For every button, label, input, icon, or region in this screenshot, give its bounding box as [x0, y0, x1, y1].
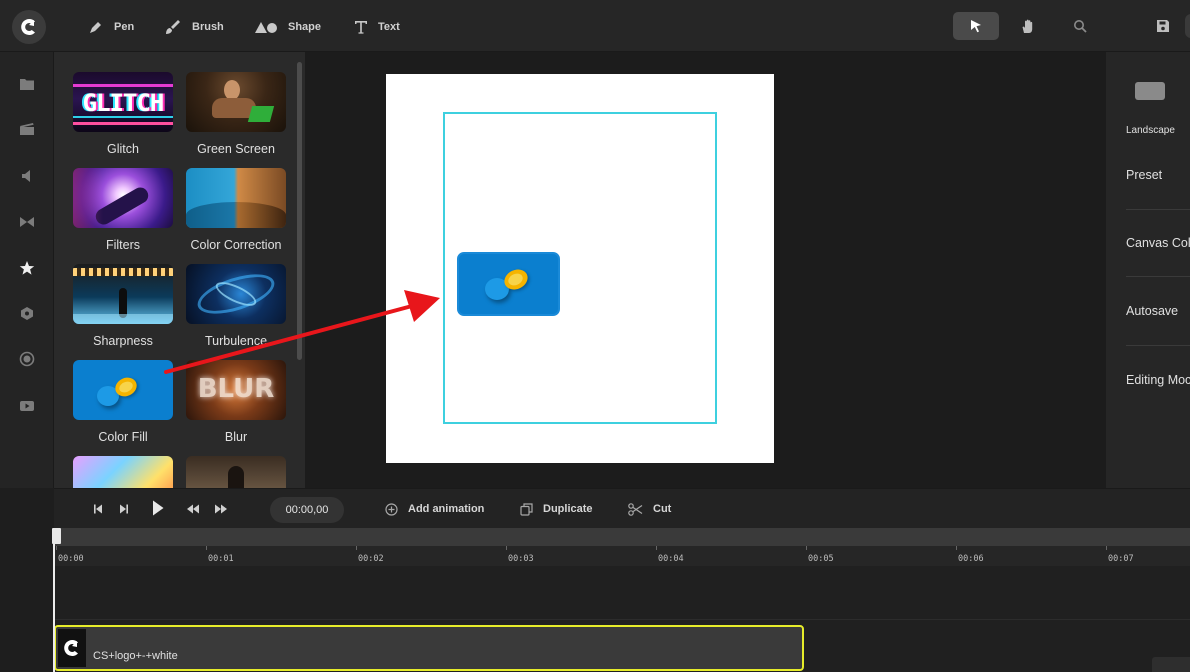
fast-forward-button[interactable]: [214, 501, 228, 517]
ruler-label: 00:00: [58, 554, 84, 564]
add-animation-label: Add animation: [408, 503, 485, 515]
orientation-label: Landscape: [1126, 125, 1175, 136]
editor-app: Pen Brush Shape Text GLITCH Glitch Green…: [0, 0, 1190, 672]
skip-end-button[interactable]: [118, 501, 130, 517]
playhead-handle[interactable]: [52, 528, 61, 544]
track-divider: [54, 619, 1190, 620]
corner-control[interactable]: [1152, 657, 1190, 672]
cut-label: Cut: [653, 503, 672, 515]
properties-panel: Landscape Preset Canvas Col Autosave Edi…: [1106, 52, 1190, 488]
ruler-tick: [1106, 546, 1107, 550]
rewind-icon: [187, 504, 199, 514]
landscape-icon[interactable]: [1135, 82, 1165, 100]
rewind-button[interactable]: [186, 501, 200, 517]
fast-forward-icon: [215, 504, 227, 514]
add-animation-button[interactable]: Add animation: [385, 501, 484, 517]
ruler-label: 00:04: [658, 554, 684, 564]
timecode-display[interactable]: 00:00,00: [270, 497, 344, 523]
ruler-tick: [806, 546, 807, 550]
divider: [1126, 345, 1190, 346]
ruler-label: 00:06: [958, 554, 984, 564]
duplicate-label: Duplicate: [543, 503, 593, 515]
canvas-color-label[interactable]: Canvas Col: [1126, 236, 1190, 250]
clip-thumbnail: [58, 629, 86, 667]
ruler-tick: [506, 546, 507, 550]
ruler-label: 00:02: [358, 554, 384, 564]
divider: [1126, 276, 1190, 277]
skip-start-button[interactable]: [92, 501, 104, 517]
playhead-line[interactable]: [53, 528, 55, 672]
timeline-clip[interactable]: CS+logo+-+white: [54, 625, 804, 671]
clip-label: CS+logo+-+white: [93, 650, 178, 662]
ruler-tick: [656, 546, 657, 550]
ruler-tick: [56, 546, 57, 550]
cut-button[interactable]: Cut: [628, 501, 671, 517]
ruler-tick: [206, 546, 207, 550]
skip-start-icon: [94, 504, 102, 514]
add-circle-icon: [385, 502, 398, 516]
preset-label[interactable]: Preset: [1126, 168, 1162, 182]
autosave-label[interactable]: Autosave: [1126, 304, 1178, 318]
play-button[interactable]: [151, 500, 165, 516]
duplicate-icon: [520, 502, 533, 516]
duplicate-button[interactable]: Duplicate: [520, 501, 593, 517]
ruler-label: 00:05: [808, 554, 834, 564]
timeline-controls: 00:00,00 Add animation Duplicate Cut: [54, 488, 1190, 528]
editing-mode-label[interactable]: Editing Moc: [1126, 373, 1190, 387]
timeline-ruler[interactable]: 00:00 00:01 00:02 00:03 00:04 00:05 00:0…: [54, 546, 1190, 566]
play-icon: [153, 500, 164, 516]
scissors-icon: [628, 502, 643, 516]
ruler-tick: [956, 546, 957, 550]
ruler-label: 00:03: [508, 554, 534, 564]
timeline-left-strip: [0, 488, 54, 672]
ruler-label: 00:01: [208, 554, 234, 564]
divider: [1126, 209, 1190, 210]
ruler-tick: [356, 546, 357, 550]
ruler-label: 00:07: [1108, 554, 1134, 564]
skip-end-icon: [120, 504, 128, 514]
logo-icon: [64, 640, 78, 656]
timeline-scroll-bar[interactable]: [54, 528, 1190, 546]
